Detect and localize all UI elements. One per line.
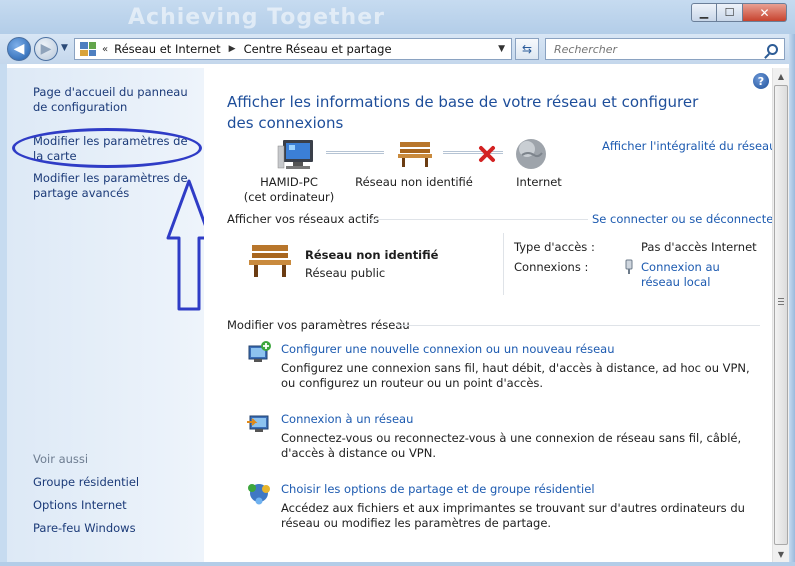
sidebar-link-homegroup[interactable]: Groupe résidentiel xyxy=(33,475,201,490)
active-network-type-link[interactable]: Réseau public xyxy=(305,266,385,280)
task-connect-network-desc: Connectez-vous ou reconnectez-vous à une… xyxy=(281,431,742,460)
sharing-options-icon xyxy=(248,484,270,505)
task-setup-connection-link[interactable]: Configurer une nouvelle connexion ou un … xyxy=(281,342,614,356)
active-network-name: Réseau non identifié xyxy=(305,248,439,262)
see-also-heading: Voir aussi xyxy=(33,452,89,466)
active-networks-heading: Afficher vos réseaux actifs xyxy=(227,212,380,226)
new-connection-icon xyxy=(248,341,271,362)
scroll-down-arrow-icon[interactable]: ▼ xyxy=(773,546,789,562)
view-full-map-link[interactable]: Afficher l'intégralité du réseau xyxy=(602,139,776,153)
computer-name: HAMID-PC xyxy=(260,175,318,189)
connect-network-icon xyxy=(247,415,269,432)
task-sharing-options-link[interactable]: Choisir les options de partage et de gro… xyxy=(281,482,595,496)
close-button[interactable]: ✕ xyxy=(743,3,787,22)
map-computer-label: HAMID-PC (cet ordinateur) xyxy=(242,175,336,205)
map-internet-label: Internet xyxy=(516,175,562,189)
bench-network-icon xyxy=(249,245,291,277)
task-connect-network-link[interactable]: Connexion à un réseau xyxy=(281,412,413,426)
search-icon[interactable] xyxy=(767,43,778,55)
no-connection-x-icon xyxy=(479,146,495,162)
connect-disconnect-link[interactable]: Se connecter ou se déconnecter xyxy=(592,212,778,226)
ethernet-plug-icon xyxy=(625,259,633,274)
breadcrumb-centre-reseau[interactable]: Centre Réseau et partage xyxy=(244,42,392,56)
window-controls: ▁ ☐ ✕ xyxy=(691,3,787,22)
computer-icon xyxy=(277,140,313,169)
window-frame-right xyxy=(789,34,795,566)
scroll-thumb[interactable] xyxy=(774,85,788,545)
access-type-value: Pas d'accès Internet xyxy=(641,240,757,254)
annotation-highlight-ellipse xyxy=(12,128,202,168)
change-settings-rule xyxy=(396,325,760,326)
search-box xyxy=(545,38,785,60)
sidebar-link-internet-options[interactable]: Options Internet xyxy=(33,498,201,513)
access-type-label: Type d'accès : xyxy=(514,240,595,254)
window-frame-bottom xyxy=(0,562,795,566)
control-panel-icon xyxy=(80,42,96,56)
task-sharing-options-desc: Accédez aux fichiers et aux imprimantes … xyxy=(281,501,745,530)
task-setup-connection-desc: Configurez une connexion sans fil, haut … xyxy=(281,361,750,390)
recent-pages-dropdown-icon[interactable]: ▼ xyxy=(61,43,68,53)
scroll-up-arrow-icon[interactable]: ▲ xyxy=(773,68,789,84)
breadcrumb-arrow-icon[interactable]: ▶ xyxy=(229,44,236,54)
map-network-label: Réseau non identifié xyxy=(355,175,473,189)
computer-sub: (cet ordinateur) xyxy=(243,190,335,204)
refresh-button[interactable]: ⇆ xyxy=(515,38,539,60)
breadcrumb-overflow[interactable]: « xyxy=(102,44,108,55)
connections-label: Connexions : xyxy=(514,260,589,274)
sidebar-link-control-panel-home[interactable]: Page d'accueil du panneau de configurati… xyxy=(33,85,201,115)
search-input[interactable] xyxy=(554,42,754,56)
local-area-connection-link[interactable]: Connexion au réseau local xyxy=(641,260,759,290)
window-frame-left xyxy=(0,64,7,566)
back-button[interactable]: ◀ xyxy=(7,37,31,61)
forward-button[interactable]: ▶ xyxy=(34,37,58,61)
vertical-scrollbar[interactable]: ▲ ▼ xyxy=(772,68,789,562)
internet-globe-icon xyxy=(516,139,546,169)
page-title: Afficher les informations de base de vot… xyxy=(227,93,699,132)
address-dropdown-icon[interactable]: ▼ xyxy=(498,44,505,54)
title-bar: Achieving Together ▁ ☐ ✕ xyxy=(0,0,795,34)
map-link-computer-network xyxy=(326,151,384,154)
breadcrumb-reseau-internet[interactable]: Réseau et Internet xyxy=(114,42,221,56)
minimize-button[interactable]: ▁ xyxy=(691,3,717,22)
navigation-bar: ◀ ▶ ▼ « Réseau et Internet ▶ Centre Rése… xyxy=(0,34,795,64)
sidebar-link-windows-firewall[interactable]: Pare-feu Windows xyxy=(33,521,201,536)
active-networks-rule xyxy=(368,219,588,220)
change-settings-heading: Modifier vos paramètres réseau xyxy=(227,318,410,332)
bench-network-icon xyxy=(398,142,432,167)
scroll-grip-icon xyxy=(778,298,784,305)
address-bar[interactable]: « Réseau et Internet ▶ Centre Réseau et … xyxy=(74,38,512,60)
maximize-button[interactable]: ☐ xyxy=(717,3,743,22)
help-icon[interactable]: ? xyxy=(753,73,769,89)
active-networks-divider xyxy=(503,233,504,295)
window-title-ghost: Achieving Together xyxy=(128,5,385,30)
